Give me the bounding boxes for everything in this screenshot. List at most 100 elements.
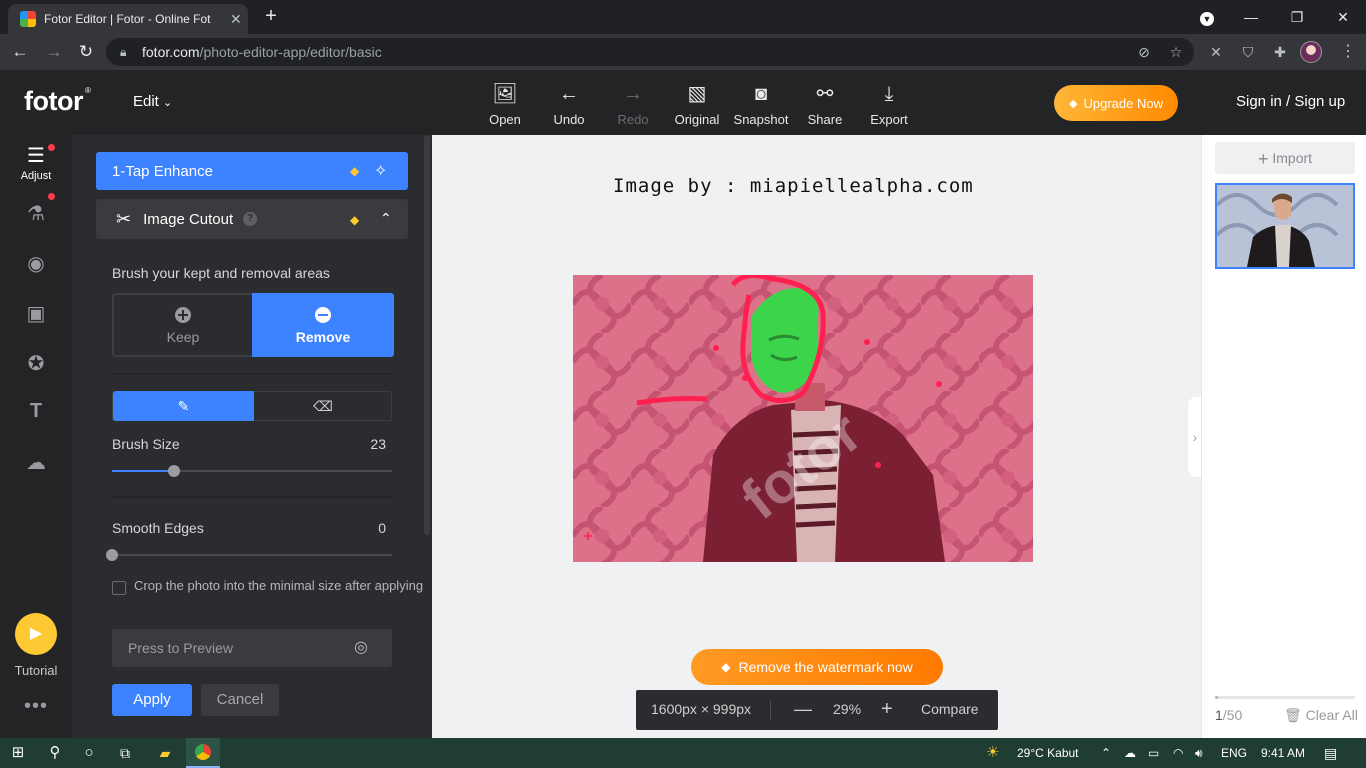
- reload-button[interactable]: ↻: [74, 40, 98, 64]
- profile-avatar[interactable]: [1300, 41, 1322, 63]
- rail-item-stickers[interactable]: ✪: [0, 351, 72, 376]
- crop-checkbox-label[interactable]: Crop the photo into the minimal size aft…: [134, 578, 424, 594]
- volume-icon[interactable]: 🔊︎: [1195, 738, 1203, 768]
- chrome-taskbar-icon[interactable]: [186, 738, 220, 768]
- share-tool[interactable]: ⚯ Share: [793, 82, 857, 127]
- zoom-in-button[interactable]: +: [881, 698, 893, 721]
- cancel-button[interactable]: Cancel: [201, 684, 279, 716]
- photo-being-edited[interactable]: fotor: [573, 275, 1033, 562]
- smooth-edges-slider[interactable]: [106, 549, 392, 561]
- notifications-icon[interactable]: ▤: [1324, 738, 1337, 768]
- import-button[interactable]: + Import: [1215, 142, 1355, 174]
- image-add-icon: 🖼︎: [492, 83, 518, 105]
- divider: [112, 373, 392, 375]
- trash-icon: 🗑︎: [1284, 707, 1302, 723]
- rail-item-text[interactable]: T: [0, 400, 72, 423]
- rail-item-upload[interactable]: ☁: [0, 450, 72, 475]
- address-bar[interactable]: 🔒︎ fotor.com/photo-editor-app/editor/bas…: [106, 38, 1194, 66]
- upgrade-button[interactable]: ◆ Upgrade Now: [1054, 85, 1178, 121]
- zoom-bar: 1600px × 999px — 29% + Compare: [636, 690, 998, 730]
- diamond-icon: ◆: [721, 660, 731, 674]
- press-to-preview[interactable]: Press to Preview ◎: [112, 629, 392, 667]
- tutorial-button[interactable]: ▶ Tutorial: [0, 613, 72, 678]
- back-button[interactable]: ←: [8, 40, 32, 64]
- rail-item-adjust[interactable]: ☰ Adjust: [0, 143, 72, 182]
- minimize-button[interactable]: —: [1228, 4, 1274, 30]
- eraser-button[interactable]: ⌫: [254, 391, 392, 421]
- restore-button[interactable]: ❐: [1274, 4, 1320, 30]
- task-view-icon[interactable]: ⧉: [108, 738, 142, 768]
- close-tab-icon[interactable]: ✕: [230, 11, 242, 28]
- search-icon[interactable]: ⚲: [38, 738, 72, 768]
- brush-button[interactable]: ✎: [113, 391, 254, 421]
- snapshot-tool[interactable]: ◙ Snapshot: [729, 82, 793, 127]
- battery-icon[interactable]: ▭: [1148, 738, 1159, 768]
- windows-start-icon[interactable]: ⊞: [0, 738, 36, 768]
- sign-in-link[interactable]: Sign in / Sign up: [1236, 93, 1345, 110]
- redo-arrow-icon: →: [623, 83, 643, 105]
- sliders-icon: ☰: [27, 145, 45, 167]
- rail-item-effects[interactable]: ⚗: [0, 201, 72, 226]
- export-tool[interactable]: ⤓ Export: [857, 82, 921, 127]
- brush-size-handle[interactable]: [168, 465, 180, 477]
- extension-x-icon[interactable]: ✕: [1206, 42, 1226, 62]
- snapshot-label: Snapshot: [733, 112, 789, 127]
- profile-menu-icon[interactable]: ▼: [1184, 4, 1230, 30]
- new-tab-button[interactable]: +: [260, 6, 282, 28]
- chevron-down-icon: ⌄: [163, 97, 173, 109]
- image-thumbnail[interactable]: [1215, 183, 1355, 269]
- cutout-label: Image Cutout: [143, 210, 234, 228]
- compare-button[interactable]: Compare: [921, 701, 979, 717]
- edit-menu-label: Edit: [133, 93, 159, 110]
- scissors-icon: ✂: [116, 208, 132, 229]
- apply-button[interactable]: Apply: [112, 684, 192, 716]
- clock[interactable]: 9:41 AM: [1261, 738, 1305, 768]
- image-cutout-header[interactable]: ✂ Image Cutout ? ◆ ⌃: [96, 199, 408, 239]
- weather-icon[interactable]: ☀: [986, 738, 999, 768]
- remove-watermark-button[interactable]: ◆ Remove the watermark now: [691, 649, 943, 685]
- shield-extension-icon[interactable]: ⛉: [1238, 42, 1258, 62]
- panel-scrollbar[interactable]: [424, 135, 430, 535]
- redo-tool[interactable]: → Redo: [601, 82, 665, 127]
- expand-panel-handle[interactable]: ›: [1188, 397, 1202, 477]
- cortana-icon[interactable]: ○: [72, 738, 106, 768]
- one-tap-enhance-button[interactable]: 1-Tap Enhance ◆ ✧: [96, 152, 408, 190]
- onedrive-cloud-icon[interactable]: ☁: [1124, 738, 1136, 768]
- eye-off-icon[interactable]: ⊘: [1134, 42, 1154, 62]
- original-tool[interactable]: ▧ Original: [665, 82, 729, 127]
- chevron-up-icon[interactable]: ⌃: [1101, 738, 1111, 768]
- language-indicator[interactable]: ENG: [1221, 738, 1247, 768]
- flask-icon: ⚗: [27, 203, 45, 225]
- bookmark-star-icon[interactable]: ☆: [1166, 42, 1186, 62]
- crop-checkbox[interactable]: [112, 581, 126, 595]
- file-explorer-icon[interactable]: ▰: [148, 738, 182, 768]
- help-icon[interactable]: ?: [243, 212, 258, 226]
- photo-canvas[interactable]: fotor: [573, 275, 1033, 562]
- rail-item-beauty[interactable]: ◉: [0, 251, 72, 276]
- rail-item-frames[interactable]: ▣: [0, 301, 72, 326]
- zoom-out-button[interactable]: —: [794, 699, 812, 720]
- close-window-button[interactable]: ✕: [1320, 4, 1366, 30]
- undo-tool[interactable]: ← Undo: [537, 82, 601, 127]
- lock-icon: 🔒︎: [120, 45, 127, 59]
- remove-button[interactable]: Remove: [252, 293, 394, 357]
- extensions-puzzle-icon[interactable]: ✚: [1270, 42, 1290, 62]
- brush-size-value: 23: [370, 436, 386, 452]
- brush-size-slider[interactable]: [112, 465, 392, 477]
- share-label: Share: [807, 112, 843, 127]
- chrome-menu-icon[interactable]: ⋮: [1338, 42, 1358, 62]
- magic-wand-icon: ✧: [374, 163, 388, 180]
- browser-tab[interactable]: Fotor Editor | Fotor - Online Fot ✕: [8, 4, 248, 34]
- chevron-up-icon[interactable]: ⌃: [380, 210, 392, 227]
- image-dimensions: 1600px × 999px: [651, 701, 752, 717]
- weather-text[interactable]: 29°C Kabut: [1017, 738, 1079, 768]
- more-icon[interactable]: •••: [0, 695, 72, 718]
- clear-all-button[interactable]: 🗑︎ Clear All: [1284, 707, 1358, 724]
- fotor-logo[interactable]: fotor ®: [24, 86, 91, 117]
- smooth-edges-handle[interactable]: [106, 549, 118, 561]
- keep-button[interactable]: Keep: [114, 295, 252, 355]
- wifi-icon[interactable]: ◠: [1173, 738, 1183, 768]
- open-tool[interactable]: 🖼︎ Open: [473, 82, 537, 127]
- forward-button[interactable]: →: [42, 40, 66, 64]
- edit-menu[interactable]: Edit ⌄: [133, 93, 172, 110]
